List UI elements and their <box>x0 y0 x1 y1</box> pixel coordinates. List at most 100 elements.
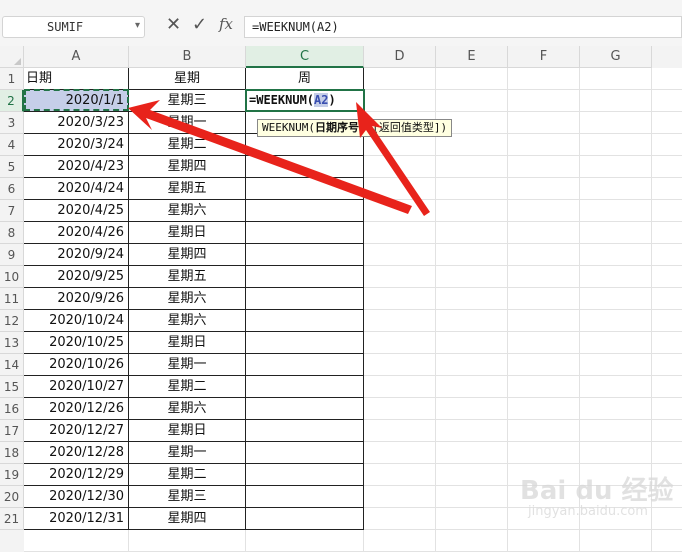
cell-weekday[interactable]: 星期一 <box>129 112 246 134</box>
cell-date[interactable]: 2020/3/23 <box>24 112 129 134</box>
cell-date[interactable]: 2020/4/23 <box>24 156 129 178</box>
close-icon[interactable]: ✕ <box>166 14 181 35</box>
row-header-11[interactable]: 11 <box>0 288 24 310</box>
cell-date[interactable]: 2020/10/25 <box>24 332 129 354</box>
editor-formula-ref: A2 <box>314 93 329 107</box>
column-header-f[interactable]: F <box>508 46 580 68</box>
cell-weekday[interactable]: 星期二 <box>129 134 246 156</box>
row-header-8[interactable]: 8 <box>0 222 24 244</box>
cell-week[interactable] <box>246 486 364 508</box>
row-header-6[interactable]: 6 <box>0 178 24 200</box>
baidu-watermark: Bai du 经验 <box>520 476 674 506</box>
cell-date[interactable]: 2020/10/26 <box>24 354 129 376</box>
fx-icon[interactable]: fx <box>219 15 233 33</box>
row-header-1[interactable]: 1 <box>0 68 24 90</box>
row-header-21[interactable]: 21 <box>0 508 24 530</box>
row-header-13[interactable]: 13 <box>0 332 24 354</box>
row-header-2[interactable]: 2 <box>0 90 24 112</box>
cell-date[interactable]: 2020/12/30 <box>24 486 129 508</box>
cell-date[interactable]: 2020/9/26 <box>24 288 129 310</box>
cell-weekday[interactable]: 星期五 <box>129 178 246 200</box>
row-header-17[interactable]: 17 <box>0 420 24 442</box>
column-header-b[interactable]: B <box>129 46 246 68</box>
cell-date[interactable]: 2020/10/27 <box>24 376 129 398</box>
row-header-14[interactable]: 14 <box>0 354 24 376</box>
row-header-20[interactable]: 20 <box>0 486 24 508</box>
chevron-down-icon[interactable]: ▾ <box>135 20 140 31</box>
row-header-9[interactable]: 9 <box>0 244 24 266</box>
cell-week[interactable] <box>246 398 364 420</box>
cell-week[interactable] <box>246 288 364 310</box>
cell-weekday[interactable]: 星期一 <box>129 442 246 464</box>
cell-weekday[interactable]: 星期六 <box>129 398 246 420</box>
cell-weekday[interactable]: 星期日 <box>129 420 246 442</box>
cell-date[interactable]: 2020/9/24 <box>24 244 129 266</box>
cell-date[interactable]: 2020/1/1 <box>24 90 129 112</box>
cell-week[interactable] <box>246 442 364 464</box>
row-header-12[interactable]: 12 <box>0 310 24 332</box>
cell-weekday[interactable]: 星期三 <box>129 90 246 112</box>
cell-date[interactable]: 2020/9/25 <box>24 266 129 288</box>
cell-date[interactable]: 2020/4/25 <box>24 200 129 222</box>
cell-week[interactable] <box>246 244 364 266</box>
column-header-c[interactable]: C <box>246 46 364 68</box>
cell-week[interactable] <box>246 178 364 200</box>
row-header-19[interactable]: 19 <box>0 464 24 486</box>
cell-weekday[interactable]: 星期四 <box>129 156 246 178</box>
cell-b1-header[interactable]: 星期 <box>129 68 246 90</box>
cell-date[interactable]: 2020/4/26 <box>24 222 129 244</box>
check-icon[interactable]: ✓ <box>192 14 207 35</box>
cell-weekday[interactable]: 星期二 <box>129 376 246 398</box>
cell-week[interactable] <box>246 134 364 156</box>
cell-week[interactable] <box>246 376 364 398</box>
row-header-4[interactable]: 4 <box>0 134 24 156</box>
column-header-d[interactable]: D <box>364 46 436 68</box>
cell-a1-header[interactable]: 日期 <box>24 68 129 90</box>
cell-week[interactable] <box>246 332 364 354</box>
baidu-watermark-url: jingyan.baidu.com <box>528 504 648 519</box>
cell-c2-editor[interactable]: =WEEKNUM(A2) <box>245 89 365 112</box>
cell-weekday[interactable]: 星期五 <box>129 266 246 288</box>
cell-week[interactable] <box>246 420 364 442</box>
cell-weekday[interactable]: 星期四 <box>129 244 246 266</box>
cell-week[interactable] <box>246 354 364 376</box>
cell-week[interactable] <box>246 222 364 244</box>
cell-week[interactable] <box>246 266 364 288</box>
row-header-18[interactable]: 18 <box>0 442 24 464</box>
cell-weekday[interactable]: 星期三 <box>129 486 246 508</box>
row-header-5[interactable]: 5 <box>0 156 24 178</box>
column-header-g[interactable]: G <box>580 46 652 68</box>
cell-weekday[interactable]: 星期六 <box>129 288 246 310</box>
cell-weekday[interactable]: 星期二 <box>129 464 246 486</box>
cell-week[interactable] <box>246 508 364 530</box>
cell-date[interactable]: 2020/10/24 <box>24 310 129 332</box>
row-header-3[interactable]: 3 <box>0 112 24 134</box>
cell-date[interactable]: 2020/3/24 <box>24 134 129 156</box>
cell-weekday[interactable]: 星期日 <box>129 222 246 244</box>
formula-input[interactable]: =WEEKNUM(A2) <box>244 16 682 38</box>
cell-c1-header[interactable]: 周 <box>246 68 364 90</box>
cell-weekday[interactable]: 星期六 <box>129 200 246 222</box>
cell-week[interactable] <box>246 200 364 222</box>
cell-date[interactable]: 2020/4/24 <box>24 178 129 200</box>
cell-week[interactable] <box>246 156 364 178</box>
cell-weekday[interactable]: 星期四 <box>129 508 246 530</box>
cell-week[interactable] <box>246 310 364 332</box>
row-header-7[interactable]: 7 <box>0 200 24 222</box>
name-box[interactable]: SUMIF ▾ <box>2 16 145 38</box>
cell-weekday[interactable]: 星期六 <box>129 310 246 332</box>
row-header-15[interactable]: 15 <box>0 376 24 398</box>
cell-weekday[interactable]: 星期日 <box>129 332 246 354</box>
cell-date[interactable]: 2020/12/28 <box>24 442 129 464</box>
column-header-a[interactable]: A <box>24 46 129 68</box>
cell-date[interactable]: 2020/12/31 <box>24 508 129 530</box>
cell-date[interactable]: 2020/12/27 <box>24 420 129 442</box>
row-header-10[interactable]: 10 <box>0 266 24 288</box>
cell-date[interactable]: 2020/12/29 <box>24 464 129 486</box>
cell-date[interactable]: 2020/12/26 <box>24 398 129 420</box>
cell-weekday[interactable]: 星期一 <box>129 354 246 376</box>
select-all-corner[interactable] <box>0 46 24 68</box>
row-header-16[interactable]: 16 <box>0 398 24 420</box>
cell-week[interactable] <box>246 464 364 486</box>
column-header-e[interactable]: E <box>436 46 508 68</box>
